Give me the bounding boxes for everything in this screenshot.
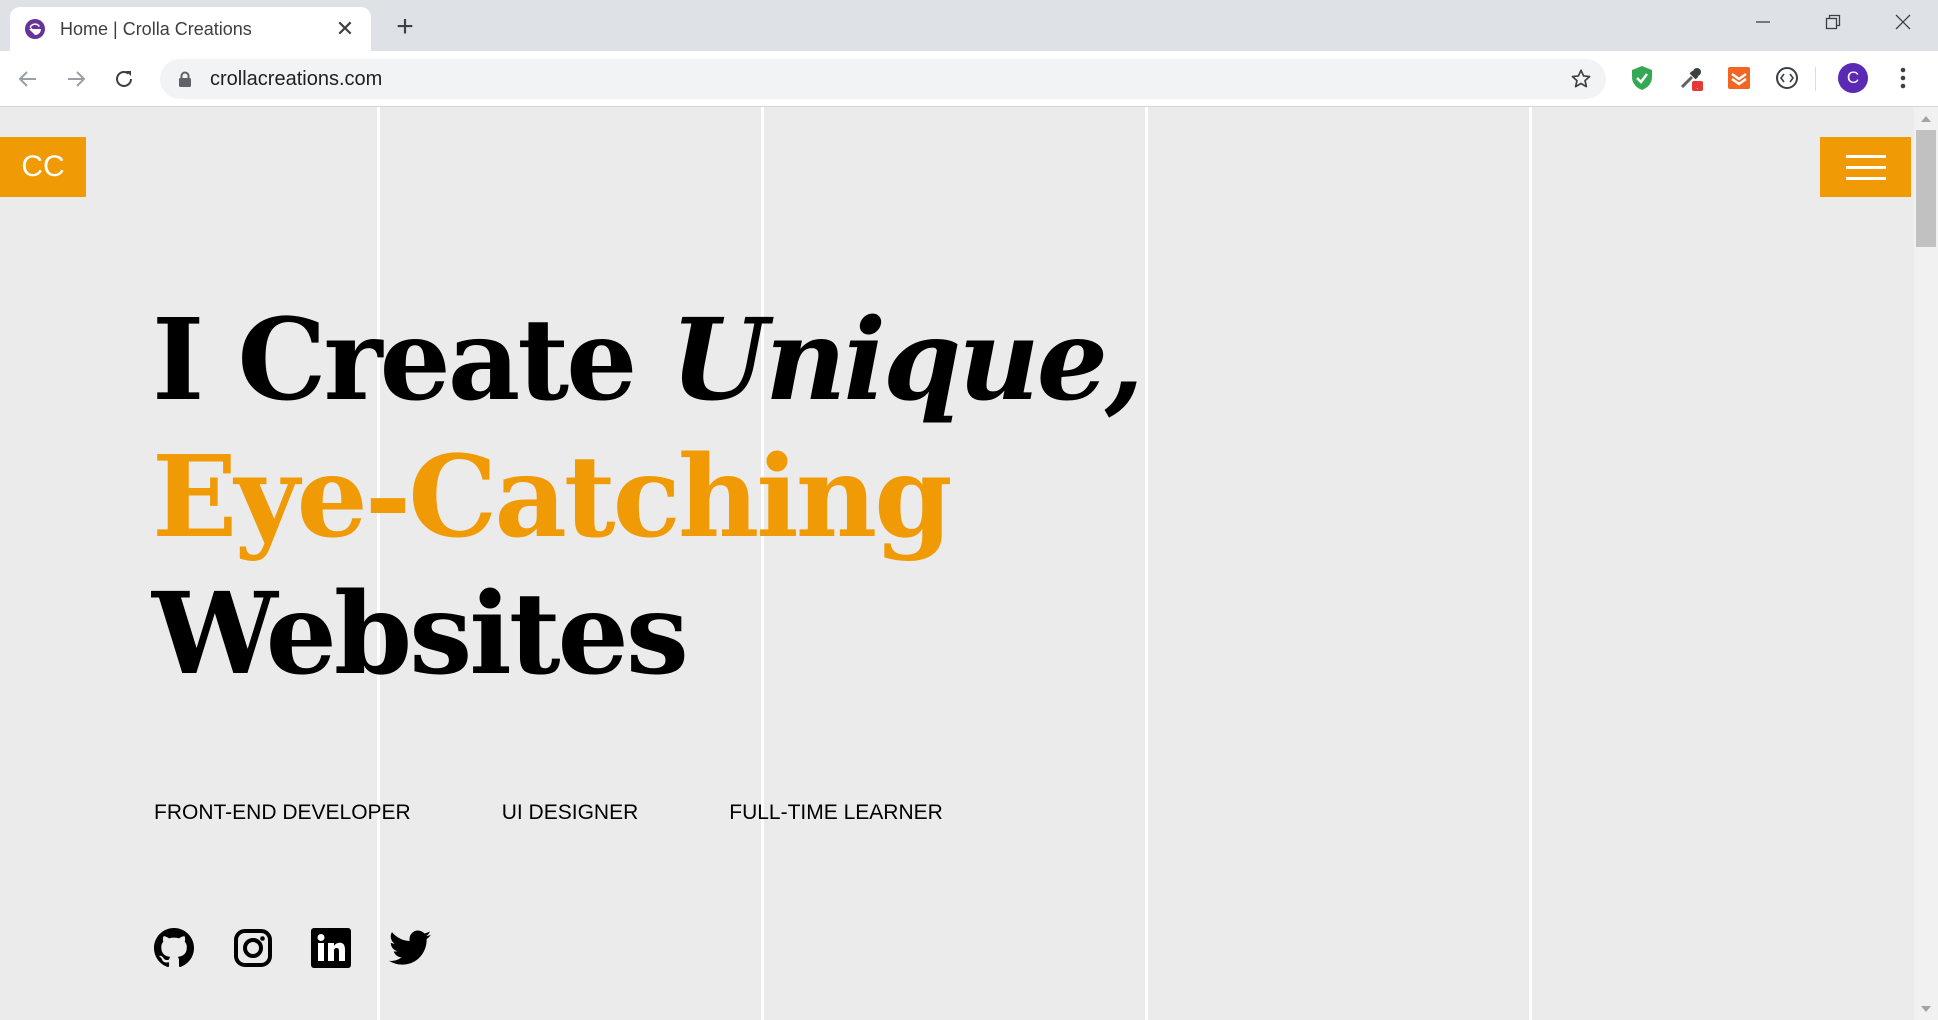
menu-bar	[1845, 176, 1886, 180]
roles-list: FRONT-END DEVELOPER UI DESIGNER FULL-TIM…	[154, 801, 943, 825]
profile-avatar[interactable]: C	[1838, 63, 1868, 93]
hero-line-1-italic: Unique,	[670, 295, 1144, 426]
role-front-end: FRONT-END DEVELOPER	[154, 801, 411, 824]
scrollbar-thumb[interactable]	[1916, 130, 1936, 247]
url-text: crollacreations.com	[210, 68, 383, 90]
reload-icon[interactable]	[106, 61, 142, 97]
lock-icon	[179, 71, 191, 87]
menu-bar	[1845, 154, 1886, 158]
close-window-icon[interactable]	[1875, 0, 1931, 44]
browser-toolbar: crollacreations.com . C	[0, 51, 1938, 107]
hero-line-3: Websites	[152, 569, 689, 700]
svg-text:.: .	[1696, 82, 1698, 91]
tab-close-icon[interactable]: ✕	[333, 16, 357, 41]
hero-line-1-plain: I Create	[152, 295, 637, 426]
hero-line-1: I Create Unique,	[152, 292, 1144, 429]
active-tab[interactable]: Home | Crolla Creations ✕	[10, 7, 371, 51]
menu-bar	[1845, 165, 1886, 169]
site-logo[interactable]: CC	[0, 137, 86, 197]
chrome-menu-icon[interactable]	[1888, 63, 1918, 93]
address-bar[interactable]: crollacreations.com	[160, 59, 1606, 99]
honey-extension-icon[interactable]	[1724, 63, 1754, 93]
scroll-up-arrow-icon[interactable]	[1921, 115, 1931, 123]
adblock-shield-icon[interactable]	[1627, 63, 1657, 93]
grid-line	[1145, 107, 1148, 1020]
instagram-icon[interactable]	[232, 927, 274, 969]
grid-line	[1529, 107, 1532, 1020]
github-icon[interactable]	[153, 927, 195, 969]
bookmark-star-icon[interactable]	[1570, 68, 1592, 90]
tab-title: Home | Crolla Creations	[60, 18, 252, 39]
minimize-icon[interactable]	[1735, 0, 1791, 44]
hamburger-menu-icon[interactable]	[1820, 137, 1911, 197]
role-learner: FULL-TIME LEARNER	[729, 801, 943, 824]
gatsby-favicon-icon	[25, 19, 45, 39]
scroll-down-arrow-icon[interactable]	[1921, 1005, 1931, 1013]
restore-icon[interactable]	[1805, 0, 1861, 44]
role-ui-designer: UI DESIGNER	[501, 801, 639, 824]
tab-bar: Home | Crolla Creations ✕ +	[0, 0, 1938, 51]
linkedin-icon[interactable]	[310, 927, 352, 969]
forward-icon[interactable]	[58, 61, 94, 97]
toolbar-divider	[1815, 67, 1816, 91]
code-extension-icon[interactable]	[1772, 63, 1802, 93]
page-viewport: CC I Create Unique, Eye-Catching Website…	[0, 107, 1914, 1020]
eyedropper-extension-icon[interactable]: .	[1676, 63, 1706, 93]
new-tab-icon[interactable]: +	[390, 10, 420, 43]
hero-heading: I Create Unique, Eye-Catching Websites	[152, 292, 1144, 703]
hero-line-2: Eye-Catching	[152, 432, 953, 563]
back-icon[interactable]	[10, 61, 46, 97]
twitter-icon[interactable]	[389, 927, 431, 969]
